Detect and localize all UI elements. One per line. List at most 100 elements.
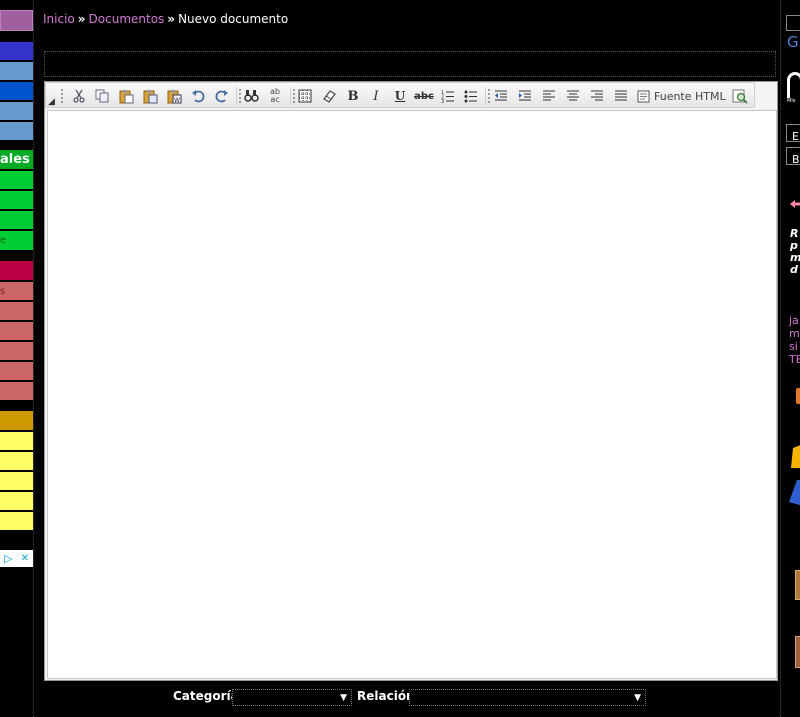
undo-icon[interactable] [189, 86, 207, 106]
outdent-icon[interactable] [492, 86, 510, 106]
italic-button[interactable]: I [367, 86, 385, 106]
menu-item-yellow-1[interactable] [0, 432, 33, 451]
numbered-list-icon[interactable]: 123 [439, 86, 457, 106]
breadcrumb-documents-link[interactable]: Documentos [89, 12, 165, 26]
bold-button[interactable]: B [344, 86, 362, 106]
toolbar-collapse-icon[interactable]: ◢ [48, 97, 55, 107]
menu-item-green-1[interactable] [0, 171, 33, 190]
source-page-icon [637, 90, 650, 102]
strikethrough-button[interactable]: abc [413, 86, 435, 106]
underline-button[interactable]: U [391, 86, 409, 106]
chevron-down-icon: ▼ [340, 693, 347, 703]
rich-text-editor: ◢ W ab ac B I U abc 1 2 3 Fuente HTML [44, 81, 778, 681]
source-html-label: Fuente HTML [654, 89, 726, 103]
menu-item-blue-4[interactable] [0, 122, 33, 141]
source-html-button[interactable]: Fuente HTML [637, 86, 727, 106]
editor-toolbar: ◢ W ab ac B I U abc 1 2 3 Fuente HTML [45, 82, 755, 108]
toolbar-grip [61, 89, 64, 103]
preview-icon[interactable] [730, 86, 750, 106]
red-item-label: s [0, 286, 6, 297]
right-italic-text: R p m d [790, 228, 800, 276]
toolbar-separator [485, 87, 486, 105]
paste-text-icon[interactable] [141, 86, 159, 106]
align-right-icon[interactable] [588, 86, 606, 106]
svg-text:3: 3 [441, 99, 444, 103]
menu-section-green-header[interactable]: ales [0, 150, 33, 170]
right-search-box[interactable] [786, 15, 800, 31]
menu-item-green-2[interactable] [0, 191, 33, 210]
menu-item-blue-header[interactable] [0, 42, 33, 61]
paste-icon[interactable] [117, 86, 135, 106]
menu-item-purple[interactable] [0, 10, 33, 31]
breadcrumb-separator: » [167, 12, 176, 26]
right-figure-graphic [787, 442, 800, 470]
right-figure-graphic-blue [787, 480, 800, 512]
menu-item-red-5[interactable] [0, 362, 33, 381]
svg-text:W: W [174, 97, 180, 104]
menu-item-red-6[interactable] [0, 382, 33, 401]
menu-item-blue-3[interactable] [0, 102, 33, 121]
align-center-icon[interactable] [564, 86, 582, 106]
right-button-e[interactable]: E [786, 124, 800, 143]
menu-item-yellow-5[interactable] [0, 512, 33, 531]
green-header-label: ales [0, 152, 30, 167]
right-link-line[interactable]: m [789, 327, 800, 340]
replace-icon[interactable]: ab ac [265, 86, 285, 106]
left-column-divider [33, 0, 37, 717]
right-button-b-label: B [792, 153, 800, 166]
breadcrumb-home-link[interactable]: Inicio [43, 12, 75, 26]
ad-play-icon[interactable]: ▷ [4, 552, 12, 565]
right-link-text[interactable]: ja m si TE [789, 314, 800, 366]
document-title-input[interactable] [44, 51, 776, 77]
cut-icon[interactable] [70, 86, 88, 106]
menu-item-yellow-4[interactable] [0, 492, 33, 511]
bullet-list-icon[interactable] [462, 86, 480, 106]
right-top-letter[interactable]: G [787, 33, 799, 51]
ad-choices-badge[interactable]: ▷ ✕ [0, 550, 33, 567]
table-icon[interactable] [296, 86, 314, 106]
menu-item-red-1[interactable]: s [0, 282, 33, 301]
editor-content-area[interactable] [47, 110, 777, 679]
menu-item-blue-2[interactable] [0, 82, 33, 101]
paste-word-icon[interactable]: W [165, 86, 183, 106]
menu-section-yellow-header[interactable] [0, 411, 33, 431]
replace-icon-label: ab ac [270, 87, 280, 104]
category-select[interactable]: ▼ [232, 689, 352, 706]
find-icon[interactable] [242, 86, 260, 106]
menu-item-green-4[interactable]: e [0, 231, 33, 251]
left-sidebar-menu: ales e s [0, 0, 33, 717]
menu-item-yellow-3[interactable] [0, 472, 33, 491]
toolbar-grip [488, 89, 491, 103]
eraser-icon[interactable] [320, 86, 338, 106]
breadcrumb-separator: » [77, 12, 86, 26]
ad-close-icon[interactable]: ✕ [21, 553, 29, 564]
align-left-icon[interactable] [540, 86, 558, 106]
right-link-line[interactable]: ja [789, 314, 800, 327]
green-item-label: e [0, 235, 7, 246]
menu-item-red-3[interactable] [0, 322, 33, 341]
right-thumbnail-2[interactable] [795, 636, 800, 668]
menu-item-green-3[interactable] [0, 211, 33, 230]
menu-item-yellow-2[interactable] [0, 452, 33, 471]
menu-section-red-header[interactable] [0, 261, 33, 281]
right-thumbnail-1[interactable] [795, 570, 800, 600]
right-button-e-label: E [792, 130, 799, 143]
right-sidebar: G Mis E B R p m d ja m si TE [784, 0, 800, 717]
right-link-line[interactable]: TE [789, 353, 800, 366]
menu-item-red-4[interactable] [0, 342, 33, 361]
right-orange-graphic [796, 388, 800, 404]
right-italic-line: d [790, 263, 798, 276]
toolbar-separator [290, 87, 291, 105]
right-button-b[interactable]: B [786, 147, 800, 166]
copy-icon[interactable] [93, 86, 111, 106]
back-arrow-icon[interactable] [790, 193, 800, 208]
chevron-down-icon: ▼ [634, 693, 641, 703]
redo-icon[interactable] [213, 86, 231, 106]
right-link-line[interactable]: si [789, 340, 800, 353]
logo-icon[interactable] [787, 72, 800, 98]
align-justify-icon[interactable] [612, 86, 630, 106]
relation-select[interactable]: ▼ [409, 689, 646, 706]
indent-icon[interactable] [516, 86, 534, 106]
menu-item-blue-1[interactable] [0, 62, 33, 81]
menu-item-red-2[interactable] [0, 302, 33, 321]
